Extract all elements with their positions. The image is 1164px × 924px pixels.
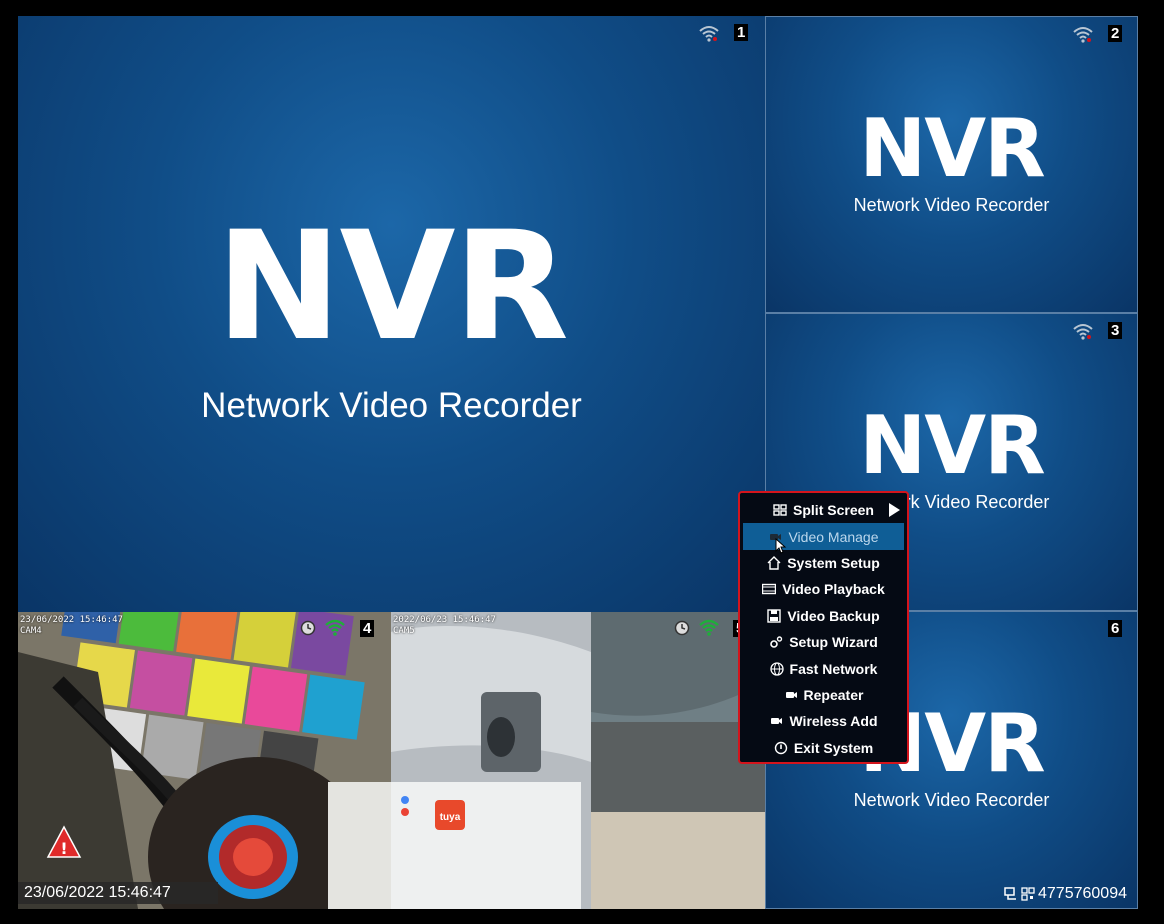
channel-4-feed[interactable]: ! 23/06/2022 15:46:47 CAM4 4	[18, 612, 391, 909]
menu-item-setup-wizard[interactable]: Setup Wizard	[743, 629, 904, 655]
nvr-subtitle: Network Video Recorder	[201, 386, 582, 425]
channel-5-feed[interactable]: tuya 2022/06/23 15:46:47 CAM5 5	[391, 612, 765, 909]
nvr-logo: NVR Network Video Recorder	[766, 109, 1137, 216]
submenu-arrow-icon	[889, 503, 900, 517]
wifi-signal-icon	[325, 619, 345, 636]
wifi-signal-icon	[699, 26, 719, 42]
menu-item-fast-network[interactable]: Fast Network	[743, 655, 904, 681]
context-menu: Split Screen Video Manage System Setup V…	[738, 491, 909, 764]
menu-item-label: Setup Wizard	[789, 634, 878, 651]
svg-text:tuya: tuya	[440, 812, 461, 823]
camera-feed-image: tuya	[391, 612, 765, 909]
menu-item-exit-system[interactable]: Exit System	[743, 735, 904, 761]
menu-item-repeater[interactable]: Repeater	[743, 682, 904, 708]
osd-camera-name: CAM5	[393, 626, 415, 636]
clock-icon	[300, 620, 316, 636]
camera-icon	[771, 718, 783, 725]
channel-1-tile[interactable]: NVR Network Video Recorder 1	[18, 16, 765, 612]
system-timestamp: 23/06/2022 15:46:47	[18, 882, 218, 904]
mouse-cursor-icon	[775, 538, 787, 554]
menu-item-label: Fast Network	[789, 660, 878, 677]
nvr-logo-text: NVR	[215, 200, 569, 374]
wifi-signal-icon	[699, 619, 719, 636]
menu-item-label: Repeater	[803, 686, 864, 703]
menu-item-label: Exit System	[793, 739, 874, 756]
nvr-logo: NVR Network Video Recorder	[18, 212, 765, 426]
nvr-logo-text: NVR	[859, 399, 1045, 492]
osd-text: 2022/06/23 15:46:47 CAM5	[393, 615, 496, 637]
wifi-signal-icon	[1073, 324, 1093, 340]
home-icon	[767, 555, 781, 570]
device-id: 4775760094	[1004, 884, 1127, 904]
menu-item-video-manage[interactable]: Video Manage	[743, 523, 904, 550]
gears-icon	[770, 636, 783, 648]
clock-icon	[674, 620, 690, 636]
power-icon	[774, 741, 788, 754]
menu-item-label: Video Manage	[788, 528, 879, 545]
nvr-subtitle: Network Video Recorder	[853, 195, 1050, 215]
menu-item-wireless-add[interactable]: Wireless Add	[743, 708, 904, 734]
film-icon	[762, 584, 777, 595]
menu-item-split-screen[interactable]: Split Screen	[743, 497, 904, 523]
menu-item-label: Video Playback	[782, 581, 885, 598]
channel-2-tile[interactable]: NVR Network Video Recorder 2	[765, 16, 1138, 313]
camera-icon	[785, 691, 797, 698]
camera-feed-image: !	[18, 612, 391, 909]
svg-text:!: !	[60, 839, 67, 858]
grid-icon	[773, 504, 787, 516]
menu-item-label: Video Backup	[787, 607, 880, 624]
qr-code-icon	[1021, 887, 1035, 901]
osd-time: 23/06/2022 15:46:47	[20, 615, 123, 625]
menu-item-video-backup[interactable]: Video Backup	[743, 603, 904, 629]
floppy-icon	[767, 609, 782, 623]
wifi-signal-icon	[1073, 27, 1093, 43]
menu-item-label: Split Screen	[793, 502, 874, 519]
channel-number: 1	[734, 24, 749, 41]
osd-text: 23/06/2022 15:46:47 CAM4	[20, 615, 123, 637]
globe-icon	[769, 661, 784, 676]
menu-item-label: Wireless Add	[789, 713, 878, 730]
menu-item-label: System Setup	[787, 554, 880, 571]
nvr-subtitle: Network Video Recorder	[853, 790, 1050, 810]
channel-number: 2	[1108, 25, 1123, 42]
channel-number: 6	[1108, 620, 1123, 637]
nvr-logo-text: NVR	[859, 102, 1045, 195]
channel-number: 4	[360, 620, 375, 637]
osd-camera-name: CAM4	[20, 626, 42, 636]
osd-time: 2022/06/23 15:46:47	[393, 615, 496, 625]
menu-item-system-setup[interactable]: System Setup	[743, 550, 904, 576]
menu-item-video-playback[interactable]: Video Playback	[743, 576, 904, 602]
channel-number: 3	[1108, 322, 1123, 339]
device-id-text: 4775760094	[1038, 885, 1127, 902]
network-icon	[1004, 887, 1016, 900]
